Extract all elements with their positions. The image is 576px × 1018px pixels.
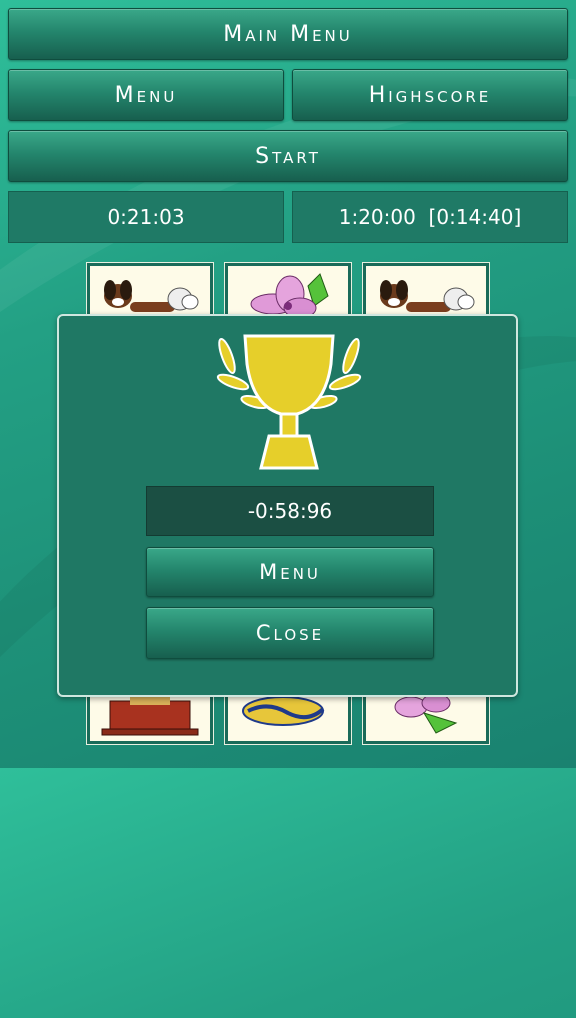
dialog-menu-button[interactable]: Menu: [146, 547, 434, 597]
current-time: 0:21:03: [8, 191, 284, 243]
start-button[interactable]: Start: [8, 130, 568, 182]
flower-icon: [394, 693, 458, 734]
main-menu-button[interactable]: Main Menu: [8, 8, 568, 60]
flower-card[interactable]: [363, 690, 489, 744]
clock-card[interactable]: [87, 690, 213, 744]
score-display: -0:58:96: [146, 486, 434, 536]
close-button[interactable]: Close: [146, 607, 434, 659]
trophy-icon: [216, 334, 362, 470]
menu-button[interactable]: Menu: [8, 69, 284, 121]
fish-card[interactable]: [225, 690, 351, 744]
best-time: 1:20:00 [0:14:40]: [292, 191, 568, 243]
clock-icon: [101, 693, 199, 736]
fish-icon: [242, 696, 325, 726]
highscore-button[interactable]: Highscore: [292, 69, 568, 121]
result-dialog: -0:58:96 Menu Close: [57, 314, 518, 697]
